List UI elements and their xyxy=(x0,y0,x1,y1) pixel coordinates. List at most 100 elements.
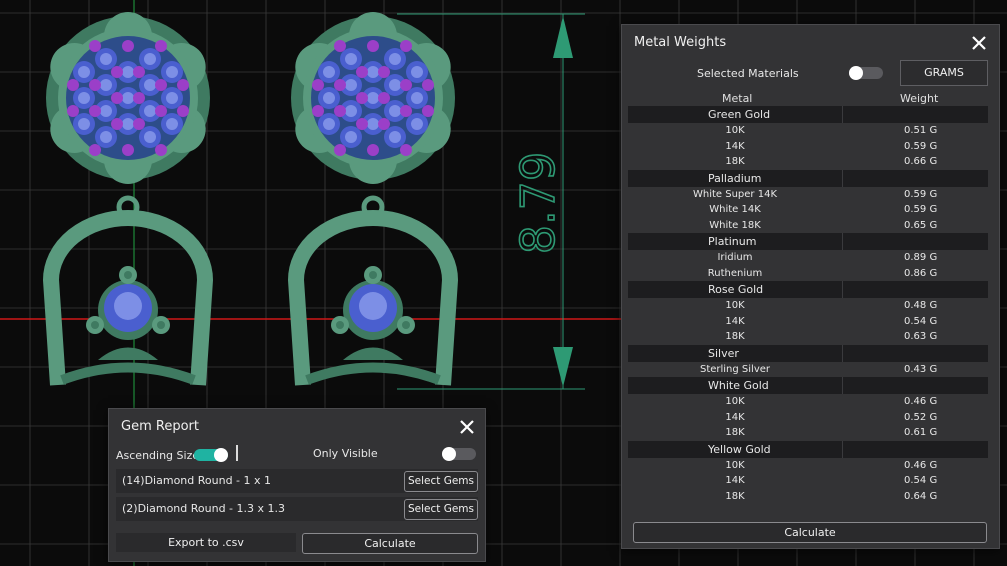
only-visible-label: Only Visible xyxy=(313,447,378,460)
metal-weight: 0.59 G xyxy=(904,204,938,215)
metal-weights-table: Green Gold 10K 0.51 G 14K 0.59 G 18K 0.66 G Pal… xyxy=(628,106,988,504)
metal-name: 14K xyxy=(725,315,745,327)
metal-row: 10K 0.51 G xyxy=(628,123,988,139)
metal-group-name: Platinum xyxy=(708,235,757,248)
metal-group-name: Palladium xyxy=(708,171,762,185)
column-divider xyxy=(842,169,843,187)
metal-row: 10K 0.48 G xyxy=(628,298,988,314)
metal-row: Ruthenium 0.86 G xyxy=(628,266,988,282)
units-button[interactable]: GRAMS xyxy=(900,60,988,86)
metal-group-header: Green Gold xyxy=(628,106,988,123)
metal-weight: 0.66 G xyxy=(904,156,938,167)
close-icon[interactable] xyxy=(457,417,477,437)
metal-weight: 0.54 G xyxy=(904,315,938,327)
gem-row: (14)Diamond Round - 1 x 1 Select Gems xyxy=(116,469,478,493)
metal-group-header: White Gold xyxy=(628,377,988,394)
metal-name: 14K xyxy=(725,140,745,152)
metal-row: 18K 0.66 G xyxy=(628,154,988,170)
metal-name: 10K xyxy=(725,300,745,311)
only-visible-toggle[interactable] xyxy=(442,447,476,461)
metal-row: Sterling Silver 0.43 G xyxy=(628,362,988,378)
metal-name: Iridium xyxy=(717,252,753,263)
metal-group-header: Rose Gold xyxy=(628,281,988,298)
metal-row: 18K 0.64 G xyxy=(628,489,988,505)
metal-weight: 0.46 G xyxy=(904,396,938,407)
metal-weight: 0.43 G xyxy=(904,363,938,375)
gem-row: (2)Diamond Round - 1.3 x 1.3 Select Gems xyxy=(116,497,478,521)
metal-row: 14K 0.59 G xyxy=(628,139,988,155)
metal-name: 14K xyxy=(725,475,745,486)
metal-weight: 0.51 G xyxy=(904,125,938,136)
metal-weight: 0.54 G xyxy=(904,475,938,486)
metal-group-header: Platinum xyxy=(628,233,988,250)
metal-name: 10K xyxy=(725,396,745,407)
select-gems-button[interactable]: Select Gems xyxy=(404,471,478,492)
metal-name: 14K xyxy=(725,411,745,423)
dimension-value: 8.79 xyxy=(511,152,565,254)
metal-group-name: White Gold xyxy=(708,379,769,392)
metal-row: 10K 0.46 G xyxy=(628,458,988,474)
selected-materials-toggle[interactable] xyxy=(849,66,883,80)
metal-weight: 0.64 G xyxy=(904,490,938,502)
metal-weight: 0.59 G xyxy=(904,140,938,152)
metal-group-name: Rose Gold xyxy=(708,283,764,296)
metal-group-name: Silver xyxy=(708,346,739,360)
metal-group-header: Silver xyxy=(628,344,988,362)
metal-row: 14K 0.52 G xyxy=(628,410,988,426)
metal-weights-panel: Metal Weights Selected Materials GRAMS M… xyxy=(621,24,1000,549)
column-divider xyxy=(842,440,843,458)
metal-column-header: Metal xyxy=(722,92,753,105)
toggle-divider xyxy=(236,445,238,461)
metal-name: 10K xyxy=(725,459,745,471)
gem-label: (2)Diamond Round - 1.3 x 1.3 xyxy=(122,502,286,515)
gem-report-panel: Gem Report Ascending Size Only Visible (… xyxy=(108,408,486,562)
metal-weight: 0.48 G xyxy=(904,300,938,311)
metal-row: 10K 0.46 G xyxy=(628,394,988,410)
metal-row: 14K 0.54 G xyxy=(628,473,988,489)
metal-group-name: Green Gold xyxy=(708,108,771,121)
metal-name: White Super 14K xyxy=(692,188,777,200)
export-csv-button[interactable]: Export to .csv xyxy=(116,533,296,552)
metal-weight: 0.61 G xyxy=(904,427,938,438)
metal-name: White 14K xyxy=(709,204,761,215)
metal-row: 18K 0.63 G xyxy=(628,329,988,345)
metal-name: 18K xyxy=(725,156,745,167)
earring-right[interactable] xyxy=(288,12,458,386)
column-divider xyxy=(842,281,843,298)
metal-name: 18K xyxy=(725,331,745,342)
weight-column-header: Weight xyxy=(900,92,939,105)
metal-name: Sterling Silver xyxy=(699,363,771,375)
metal-weight: 0.89 G xyxy=(904,252,938,263)
select-gems-button[interactable]: Select Gems xyxy=(404,499,478,520)
metal-calculate-button[interactable]: Calculate xyxy=(633,522,987,543)
selected-materials-label: Selected Materials xyxy=(697,67,799,80)
metal-name: 10K xyxy=(725,125,745,136)
metal-weight: 0.59 G xyxy=(904,188,938,200)
gem-report-title: Gem Report xyxy=(121,419,199,434)
metal-row: White Super 14K 0.59 G xyxy=(628,187,988,203)
metal-weight: 0.65 G xyxy=(904,219,938,231)
metal-weight: 0.63 G xyxy=(904,331,938,342)
gem-label: (14)Diamond Round - 1 x 1 xyxy=(122,474,272,487)
metal-weights-title: Metal Weights xyxy=(634,35,727,50)
ascending-size-toggle[interactable] xyxy=(194,448,228,462)
metal-row: 14K 0.54 G xyxy=(628,314,988,330)
gem-calculate-button[interactable]: Calculate xyxy=(302,533,478,554)
metal-weight: 0.86 G xyxy=(904,267,938,279)
metal-row: White 14K 0.59 G xyxy=(628,202,988,218)
column-divider xyxy=(842,106,843,123)
metal-name: White 18K xyxy=(709,219,761,231)
metal-row: White 18K 0.65 G xyxy=(628,218,988,234)
metal-group-header: Yellow Gold xyxy=(628,440,988,458)
column-divider xyxy=(842,233,843,250)
metal-row: Iridium 0.89 G xyxy=(628,250,988,266)
metal-weight: 0.46 G xyxy=(904,459,938,471)
metal-row: 18K 0.61 G xyxy=(628,425,988,441)
metal-name: Ruthenium xyxy=(707,267,763,279)
metal-group-name: Yellow Gold xyxy=(708,442,771,456)
earring-left[interactable] xyxy=(43,12,213,386)
metal-group-header: Palladium xyxy=(628,169,988,187)
metal-name: 18K xyxy=(725,427,745,438)
close-icon[interactable] xyxy=(969,33,989,53)
metal-name: 18K xyxy=(725,490,745,502)
